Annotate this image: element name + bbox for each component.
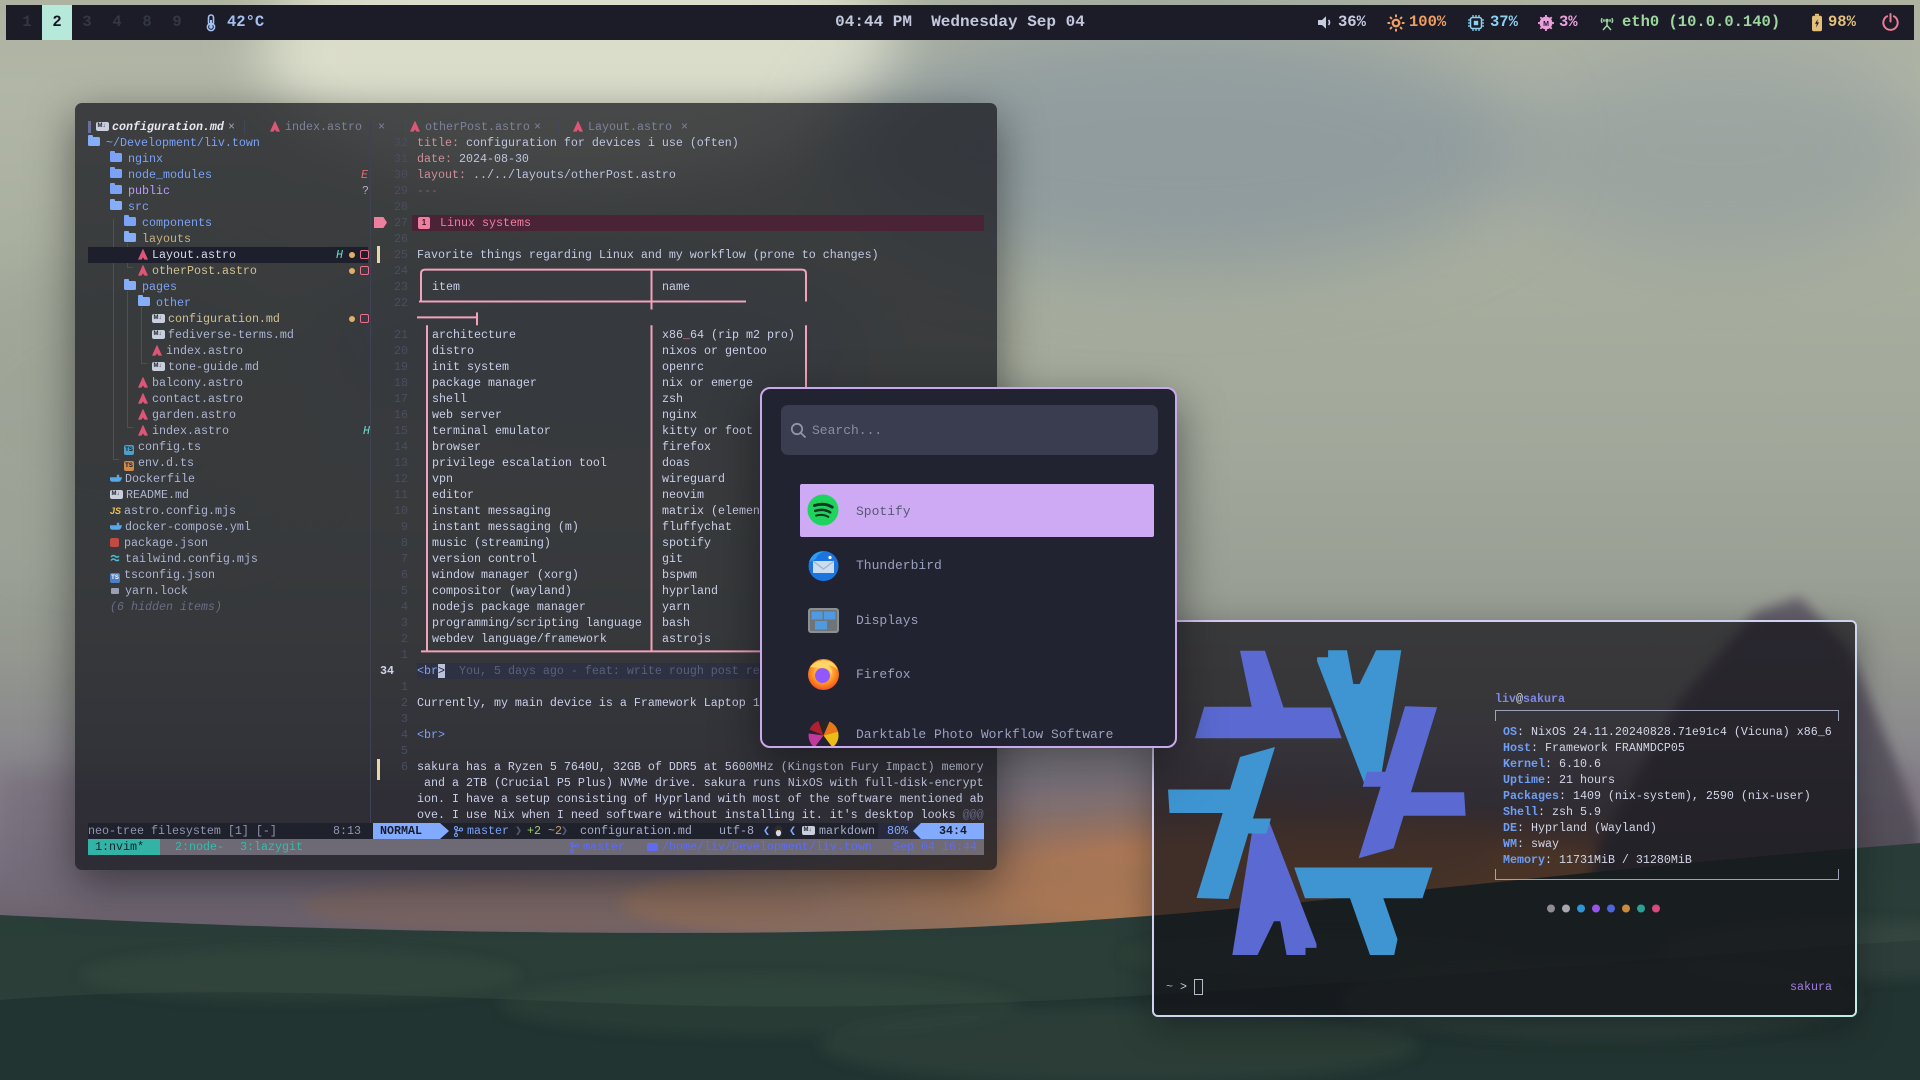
- svg-text:M: M: [1543, 21, 1549, 28]
